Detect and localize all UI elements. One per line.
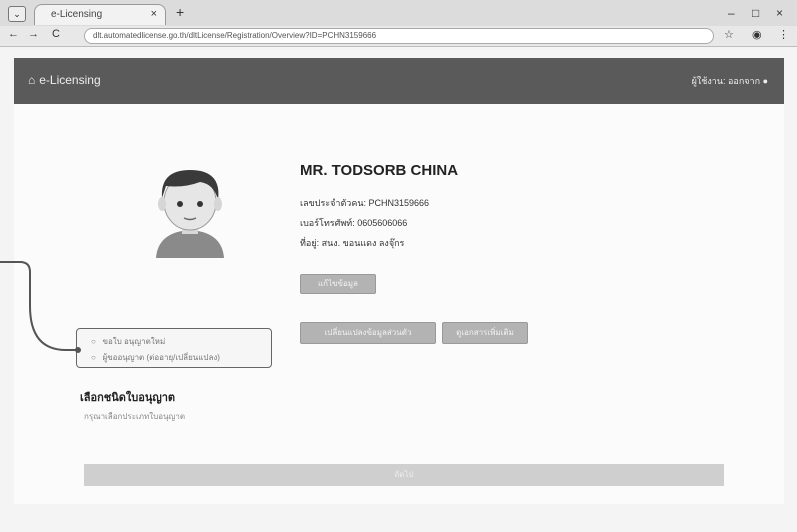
reload-button[interactable]: C [52, 28, 60, 40]
forward-button[interactable]: → [28, 28, 39, 40]
brand-label: e-Licensing [39, 73, 101, 87]
next-button[interactable]: ถัดไป [84, 464, 724, 486]
edit-profile-button[interactable]: แก้ไขข้อมูล [300, 274, 376, 294]
new-tab-button[interactable]: + [176, 4, 184, 20]
minimize-button[interactable]: – [728, 6, 735, 20]
address-bar[interactable]: dlt.automatedlicense.go.th/dltLicense/Re… [84, 28, 714, 44]
home-icon: ⌂ [28, 73, 36, 87]
main-panel: MR. TODSORB CHINA เลขประจำตัวคน: PCHN315… [14, 104, 784, 504]
window-close-button[interactable]: × [776, 6, 783, 20]
browser-tab[interactable]: e-Licensing × [34, 4, 166, 25]
menu-icon[interactable]: ⋮ [778, 28, 789, 41]
address-text: ที่อยู่: สนง. ขอนแดง ลงจุ๊กร [300, 238, 405, 248]
brand-link[interactable]: ⌂ e-Licensing [28, 73, 101, 87]
tab-close-icon[interactable]: × [151, 8, 157, 20]
section-heading: เลือกชนิดใบอนุญาต [80, 392, 176, 404]
select-license-link[interactable]: กรุณาเลือกประเภทใบอนุญาต [84, 410, 185, 423]
user-label: ผู้ใช้งาน: ออกจาก [691, 76, 761, 86]
user-icon: ● [762, 76, 768, 86]
browser-chrome: ⌄ e-Licensing × + – □ × ← → C dlt.automa… [0, 0, 797, 47]
passport-number: เลขประจำตัวคน: PCHN3159666 [300, 198, 430, 208]
menu-item-label: ผู้ขออนุญาต (ต่ออายุ/เปลี่ยนแปลง) [102, 353, 220, 362]
star-icon[interactable]: ☆ [724, 28, 734, 41]
avatar [156, 170, 224, 258]
menu-item-renew-license[interactable]: ○ ผู้ขออนุญาต (ต่ออายุ/เปลี่ยนแปลง) [91, 351, 220, 364]
radio-icon: ○ [91, 353, 96, 362]
browser-tab-title: e-Licensing [51, 9, 103, 20]
tab-list-button[interactable]: ⌄ [8, 6, 26, 22]
menu-item-new-license[interactable]: ○ ขอใบ อนุญาตใหม่ [91, 335, 165, 348]
app-navbar: ⌂ e-Licensing ผู้ใช้งาน: ออกจาก ● [14, 58, 784, 104]
maximize-button[interactable]: □ [752, 6, 759, 20]
menu-item-label: ขอใบ อนุญาตใหม่ [102, 337, 166, 346]
phone-number: เบอร์โทรศัพท์: 0605606066 [300, 218, 408, 228]
back-button[interactable]: ← [8, 28, 19, 40]
radio-icon: ○ [91, 337, 96, 346]
profile-name: MR. TODSORB CHINA [300, 162, 459, 179]
address-row: ← → C dlt.automatedlicense.go.th/dltLice… [0, 26, 797, 46]
documents-button[interactable]: ดูเอกสารเพิ่มเติม [442, 322, 528, 344]
change-info-button[interactable]: เปลี่ยนแปลงข้อมูลส่วนตัว [300, 322, 436, 344]
user-menu[interactable]: ผู้ใช้งาน: ออกจาก ● [692, 74, 768, 88]
service-menu: ○ ขอใบ อนุญาตใหม่ ○ ผู้ขออนุญาต (ต่ออายุ… [76, 328, 272, 368]
profile-icon[interactable]: ◉ [752, 28, 762, 41]
